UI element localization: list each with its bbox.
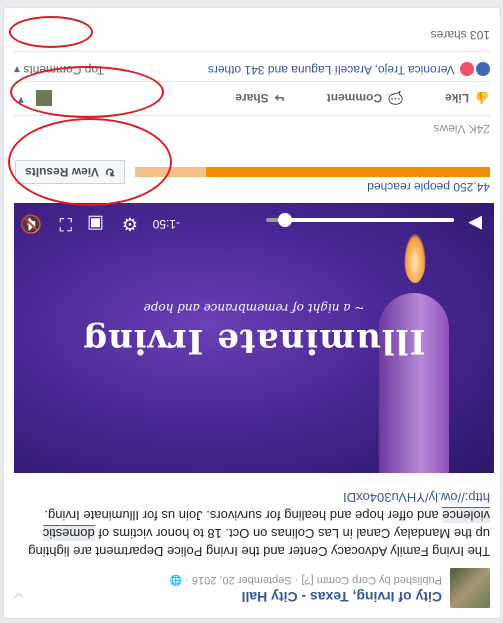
post-link[interactable]: http://ow.ly/YHVu304oxDI <box>343 490 490 505</box>
scrubber-fill <box>284 218 454 222</box>
like-reaction-icon <box>476 62 490 77</box>
gear-icon[interactable]: ⚙ <box>122 214 138 234</box>
reach-bar <box>135 167 490 177</box>
page-name-link[interactable]: City of Irving, Texas - City Hall <box>242 589 442 605</box>
comment-icon: 💬 <box>388 91 404 105</box>
globe-icon: 🌐 <box>169 574 183 585</box>
share-icon: ↪ <box>274 91 285 105</box>
post-meta: Published by Corp Comm [?] · September 2… <box>170 574 442 586</box>
comment-label: Comment <box>326 91 383 105</box>
share-label: Share <box>235 91 269 105</box>
shares-count[interactable]: 103 shares <box>431 28 490 42</box>
video-controls: ▶ -1:50 ⚙ ▣ ⛶ 🔇 <box>14 203 494 243</box>
highlight-circle-reach <box>8 118 172 206</box>
like-label: Like <box>445 91 470 105</box>
views-count: 24K Views <box>433 122 490 136</box>
thumbs-up-icon: 👍 <box>475 91 490 105</box>
candle-graphic <box>379 293 449 473</box>
video-title: Illuminate Irving <box>82 321 426 361</box>
page-avatar[interactable] <box>450 568 490 608</box>
post-card: City of Irving, Texas - City Hall Publis… <box>3 7 501 619</box>
time-remaining: -1:50 <box>152 217 180 231</box>
like-button[interactable]: 👍 Like <box>445 91 490 105</box>
love-reaction-icon <box>460 62 474 77</box>
volume-muted-icon[interactable]: 🔇 <box>20 214 42 234</box>
post-header: City of Irving, Texas - City Hall Publis… <box>14 566 490 608</box>
reactors[interactable]: Veronica Trejo, Aracelí Laguna and 341 o… <box>208 63 455 77</box>
comment-button[interactable]: 💬 Comment <box>327 91 403 105</box>
pip-icon[interactable]: ▣ <box>87 214 104 234</box>
video-player[interactable]: Illuminate Irving ~ a night of remembran… <box>14 203 494 473</box>
video-scrubber[interactable] <box>266 213 454 227</box>
people-reached[interactable]: 44,250 people reached <box>367 180 490 194</box>
share-button[interactable]: ↪ Share <box>235 91 284 105</box>
scrubber-handle[interactable] <box>277 213 292 227</box>
divider <box>14 51 490 52</box>
reach-bar-fill <box>206 167 490 177</box>
rotated-screenshot: City of Irving, Texas - City Hall Publis… <box>0 0 503 623</box>
post-body: The Irving Family Advocacy Center and th… <box>14 488 490 560</box>
highlight-circle-actions <box>10 66 164 118</box>
video-subtitle: ~ a night of remembrance and hope <box>143 301 365 315</box>
published-by: Published by Corp Comm [?] · September 2… <box>185 574 442 586</box>
highlight-circle-shares <box>9 16 93 48</box>
post-text-2: and offer hope and healing for survivors… <box>44 508 443 523</box>
fullscreen-icon[interactable]: ⛶ <box>59 214 72 234</box>
chevron-down-icon[interactable]: ⌵ <box>14 589 23 604</box>
post-text-1: The Irving Family Advocacy Center and th… <box>28 526 490 559</box>
play-icon[interactable]: ▶ <box>468 214 482 234</box>
